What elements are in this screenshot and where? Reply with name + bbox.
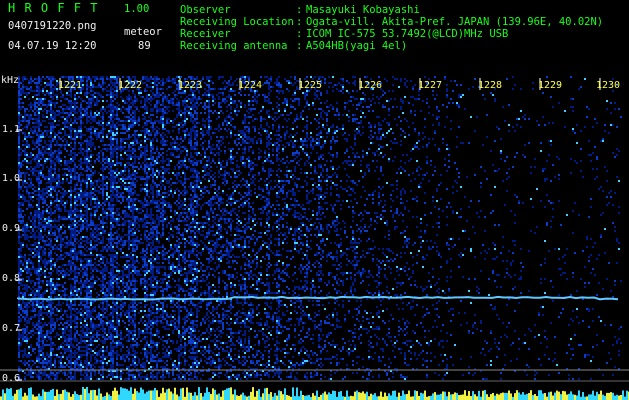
- freq-tick: 1.1: [2, 124, 21, 135]
- info-sep-observer: :: [296, 4, 303, 16]
- info-sep-receiver: :: [296, 28, 303, 40]
- info-observer: Masayuki Kobayashi: [306, 4, 420, 16]
- app-version: 1.00: [124, 3, 150, 15]
- info-antenna: A504HB(yagi 4el): [306, 40, 408, 52]
- time-tick: 1222: [118, 80, 143, 91]
- info-location: Ogata-vill. Akita-Pref. JAPAN (139.96E, …: [306, 16, 604, 28]
- time-tick: 1228: [478, 80, 503, 91]
- freq-tick: 0.9: [2, 223, 21, 234]
- freq-tick: 0.8: [2, 273, 21, 284]
- meteor-count: 89: [138, 40, 151, 52]
- freq-tick: 0.7: [2, 323, 21, 334]
- power-bars: [0, 387, 629, 400]
- axis-unit: kHz: [1, 75, 20, 86]
- file-datetime: 04.07.19 12:20: [8, 40, 97, 52]
- meteor-label: meteor: [124, 26, 162, 38]
- info-key-location: Receiving Location: [180, 16, 294, 28]
- app-title: H R O F F T: [8, 1, 99, 15]
- info-key-receiver: Receiver: [180, 28, 231, 40]
- time-tick: 1227: [418, 80, 443, 91]
- info-sep-location: :: [296, 16, 303, 28]
- time-tick: 1225: [298, 80, 323, 91]
- noise-layer: [18, 76, 622, 380]
- spectrogram: [0, 76, 629, 400]
- info-sep-antenna: :: [296, 40, 303, 52]
- info-key-observer: Observer: [180, 4, 231, 16]
- file-name: 0407191220.png: [8, 20, 97, 32]
- info-key-antenna: Receiving antenna: [180, 40, 288, 52]
- info-receiver: ICOM IC-575 53.7492(@LCD)MHz USB: [306, 28, 509, 40]
- hroft-window: H R O F F T 1.00 0407191220.png meteor 0…: [0, 0, 629, 400]
- time-tick: 1224: [238, 80, 263, 91]
- time-tick: 1229: [538, 80, 563, 91]
- time-tick: 1226: [358, 80, 383, 91]
- time-tick: 1223: [178, 80, 203, 91]
- time-tick: 1221: [58, 80, 83, 91]
- freq-tick: 1.0: [2, 173, 21, 184]
- freq-tick: 0.6: [2, 373, 21, 384]
- time-tick: 1230: [596, 80, 621, 91]
